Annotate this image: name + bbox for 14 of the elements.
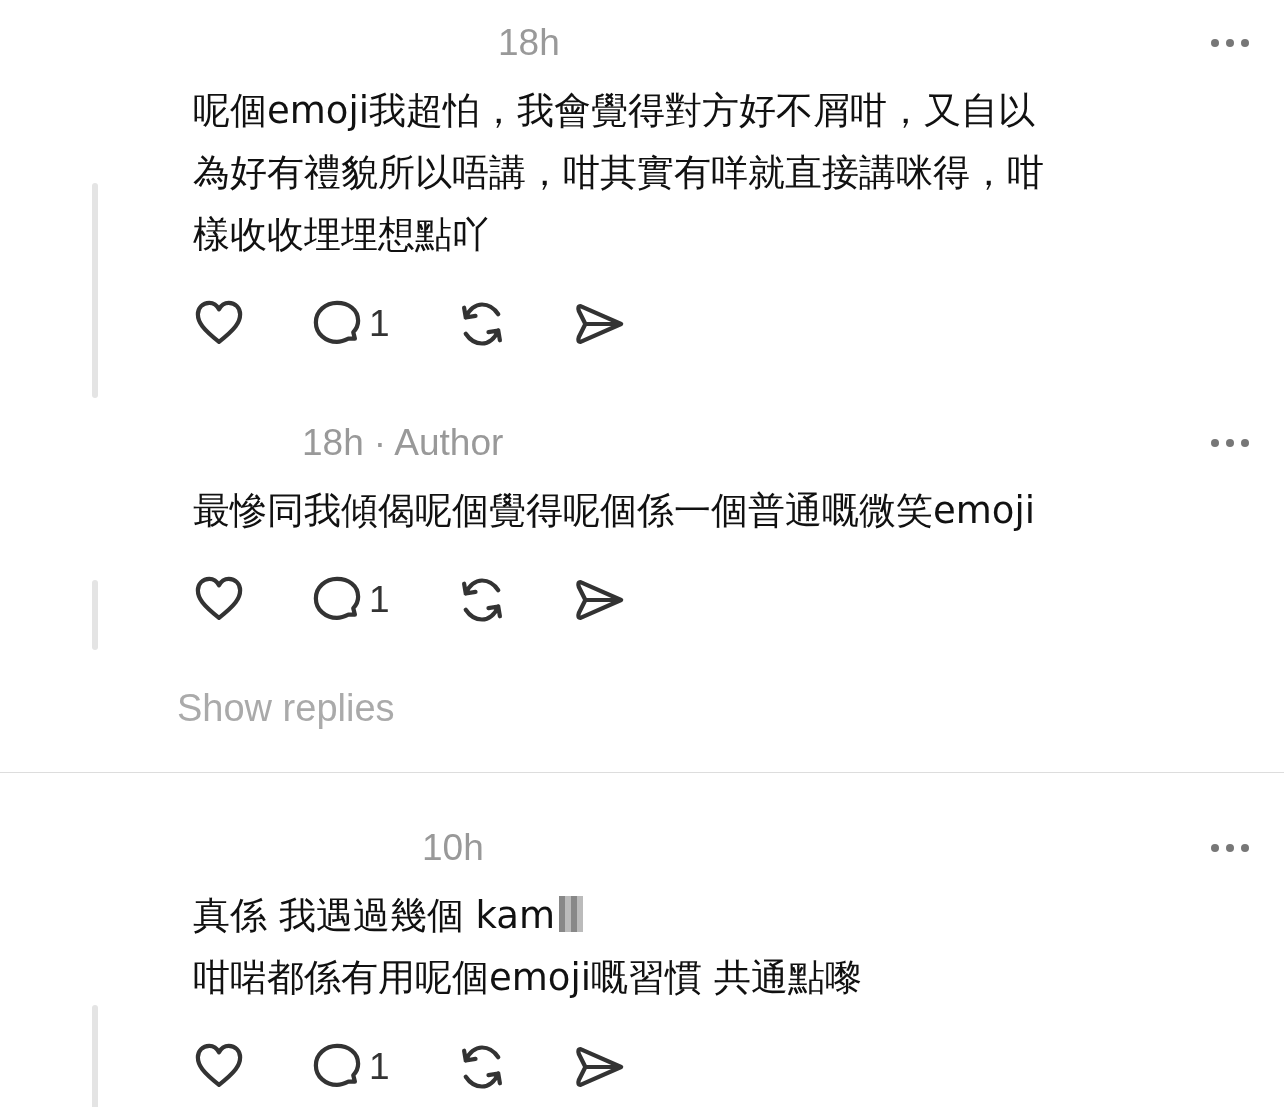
- comment-text: 真係 我遇過幾個 kam 咁啱都係有用呢個emoji嘅習慣 共通點嚟: [193, 893, 863, 1001]
- comment-text: 呢個emoji我超怕，我會覺得對方好不屑咁，又自以 為好有禮貌所以唔講，咁其實有咩就直接講咪得，咁 樣收收埋埋想點吖: [193, 88, 1045, 258]
- reply-button[interactable]: 1: [311, 574, 390, 626]
- timestamp: 18h: [498, 22, 560, 64]
- more-icon: [1210, 38, 1250, 48]
- more-icon: [1210, 438, 1250, 448]
- reply-button[interactable]: 1: [311, 298, 390, 350]
- reply-button[interactable]: 1: [311, 1041, 390, 1093]
- timestamp: 18h: [302, 422, 364, 464]
- thread-line: [92, 580, 98, 650]
- comment-text: 最慘同我傾偈呢個覺得呢個係一個普通嘅微笑emoji: [193, 488, 1036, 534]
- timestamp: 10h: [422, 827, 484, 869]
- author-label: · Author: [373, 422, 504, 464]
- more-icon: [1210, 843, 1250, 853]
